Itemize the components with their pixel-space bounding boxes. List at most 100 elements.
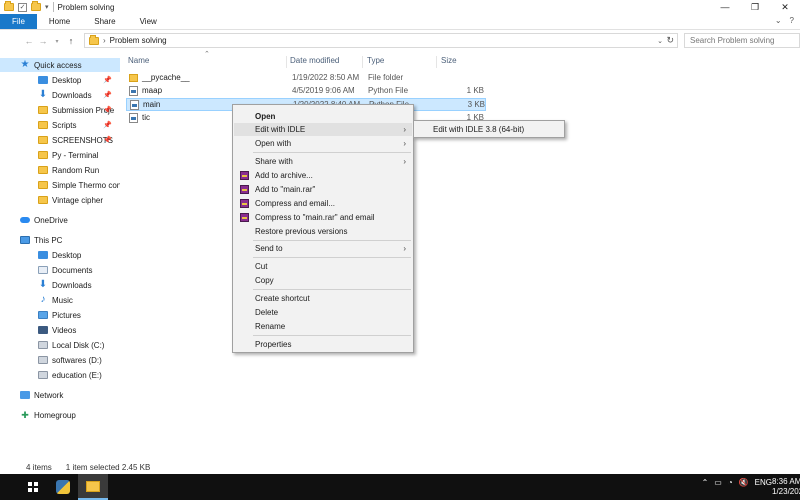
menu-item-restore-previous-versions[interactable]: Restore previous versions (234, 225, 412, 238)
column-header-size[interactable]: Size (441, 54, 457, 68)
selection-info: 1 item selected 2.45 KB (65, 462, 151, 472)
menu-item-compress-and-email[interactable]: Compress and email... (234, 197, 412, 210)
sidebar-item-pc-downloads[interactable]: ⬇ Downloads (0, 278, 120, 292)
tab-file[interactable]: File (0, 14, 37, 29)
menu-item-edit-with-idle[interactable]: Edit with IDLE › (234, 123, 412, 136)
up-arrow-icon[interactable]: ↑ (64, 36, 78, 46)
show-hidden-icons-icon[interactable]: ⌃ (702, 478, 709, 487)
sidebar-item-homegroup[interactable]: ✚ Homegroup (0, 408, 120, 422)
column-header-date[interactable]: Date modified (290, 54, 339, 68)
sidebar-item-local-disk-c[interactable]: Local Disk (C:) (0, 338, 120, 352)
tab-home[interactable]: Home (37, 14, 82, 29)
customize-toolbar-icon[interactable]: ▾ (45, 3, 49, 11)
taskbar-file-explorer-button[interactable] (78, 474, 108, 500)
language-indicator[interactable]: ENG (755, 478, 772, 487)
folder-icon[interactable] (4, 1, 14, 11)
tab-share[interactable]: Share (82, 14, 127, 29)
sidebar-item-downloads[interactable]: ⬇ Downloads 📌 (0, 88, 120, 102)
sidebar-item-random-run[interactable]: Random Run (0, 163, 120, 177)
file-row-maap[interactable]: maap 4/5/2019 9:06 AM Python File 1 KB (126, 85, 486, 98)
new-folder-icon[interactable] (31, 1, 41, 11)
column-header-name[interactable]: Name (128, 54, 149, 68)
menu-item-edit-with-idle-38[interactable]: Edit with IDLE 3.8 (64-bit) (415, 123, 563, 136)
back-arrow-icon[interactable]: ← (22, 36, 36, 46)
refresh-icon[interactable]: ↻ (666, 35, 674, 46)
folder-icon (38, 151, 48, 159)
menu-item-delete[interactable]: Delete (234, 306, 412, 319)
sidebar-item-education-e[interactable]: education (E:) (0, 368, 120, 382)
tab-view[interactable]: View (128, 14, 169, 29)
volume-muted-icon[interactable]: 🔇 (739, 478, 749, 487)
sidebar-item-pc-desktop[interactable]: Desktop (0, 248, 120, 262)
menu-item-compress-to-main-rar-email[interactable]: Compress to "main.rar" and email (234, 211, 412, 224)
python-file-icon (129, 113, 138, 123)
sidebar-item-videos[interactable]: Videos (0, 323, 120, 337)
sidebar-item-softwares-d[interactable]: softwares (D:) (0, 353, 120, 367)
forward-arrow-icon[interactable]: → (36, 36, 50, 46)
menu-item-properties[interactable]: Properties (234, 338, 412, 351)
winrar-icon (240, 213, 249, 222)
drive-icon (38, 356, 48, 364)
sidebar-item-scripts[interactable]: Scripts 📌 (0, 118, 120, 132)
sidebar-item-network[interactable]: Network (0, 388, 120, 402)
file-explorer-icon (86, 481, 100, 492)
address-bar[interactable]: › Problem solving ⌄ ↻ (84, 33, 678, 48)
menu-item-label: Restore previous versions (255, 227, 348, 236)
sidebar-item-music[interactable]: ♪ Music (0, 293, 120, 307)
sidebar-item-label: Documents (52, 265, 93, 275)
file-row-pycache[interactable]: __pycache__ 1/19/2022 8:50 AM File folde… (126, 72, 486, 85)
sidebar-item-quick-access[interactable]: ★ Quick access (0, 58, 120, 72)
clock[interactable]: 8:36 AM 1/23/2022 (772, 477, 800, 497)
minimize-button[interactable]: — (710, 0, 740, 14)
chevron-down-icon[interactable]: ⌄ (657, 37, 663, 45)
menu-item-label: Compress to "main.rar" and email (255, 213, 375, 222)
menu-item-open[interactable]: Open (234, 110, 412, 123)
sidebar-item-py-terminal[interactable]: Py - Terminal (0, 148, 120, 162)
sidebar-item-onedrive[interactable]: OneDrive (0, 213, 120, 227)
taskbar-python-button[interactable] (48, 474, 78, 500)
column-header-type[interactable]: Type (367, 54, 384, 68)
sidebar-item-screenshots[interactable]: SCREENSHOTS 📌 (0, 133, 120, 147)
wifi-icon[interactable]: ◔ (728, 478, 733, 487)
chevron-right-icon[interactable]: › (103, 36, 106, 45)
menu-item-label: Rename (255, 322, 286, 331)
breadcrumb[interactable]: Problem solving (110, 36, 167, 45)
menu-item-create-shortcut[interactable]: Create shortcut (234, 292, 412, 305)
sidebar-item-simple-thermo[interactable]: Simple Thermo con (0, 178, 120, 192)
start-button[interactable] (18, 474, 48, 500)
column-separator[interactable] (286, 56, 287, 68)
sidebar-item-documents[interactable]: Documents (0, 263, 120, 277)
sort-ascending-icon: ⌃ (204, 51, 210, 58)
menu-item-open-with[interactable]: Open with › (234, 137, 412, 150)
file-name: maap (142, 86, 163, 95)
sidebar-item-pictures[interactable]: Pictures (0, 308, 120, 322)
sidebar-item-submission-project[interactable]: Submission Proje 📌 (0, 103, 120, 117)
menu-item-add-to-main-rar[interactable]: Add to "main.rar" (234, 183, 412, 196)
menu-item-copy[interactable]: Copy (234, 274, 412, 287)
folder-icon (38, 136, 48, 144)
expand-ribbon-icon[interactable]: ⌄ (775, 16, 782, 25)
help-icon[interactable]: ? (790, 16, 794, 25)
sidebar-item-label: Desktop (52, 250, 82, 260)
menu-item-send-to[interactable]: Send to › (234, 242, 412, 255)
menu-item-rename[interactable]: Rename (234, 320, 412, 333)
sidebar-item-label: Network (34, 390, 64, 400)
menu-item-share-with[interactable]: Share with › (234, 155, 412, 168)
sidebar-item-this-pc[interactable]: This PC (0, 233, 120, 247)
menu-item-add-to-archive[interactable]: Add to archive... (234, 169, 412, 182)
close-button[interactable]: ✕ (770, 0, 800, 14)
sidebar-item-label: Quick access (34, 60, 82, 70)
drive-icon (38, 371, 48, 379)
sidebar-item-vintage-cipher[interactable]: Vintage cipher (0, 193, 120, 207)
battery-icon[interactable]: ▭ (714, 478, 722, 487)
column-separator[interactable] (436, 56, 437, 68)
column-separator[interactable] (362, 56, 363, 68)
recent-locations-icon[interactable]: ▾ (50, 38, 64, 45)
menu-item-cut[interactable]: Cut (234, 260, 412, 273)
maximize-button[interactable]: ❐ (740, 0, 770, 14)
properties-icon[interactable]: ✓ (18, 2, 27, 12)
search-input[interactable]: Search Problem solving (684, 33, 800, 48)
sidebar-item-desktop[interactable]: Desktop 📌 (0, 73, 120, 87)
chevron-right-icon: › (403, 157, 406, 166)
title-bar: ✓ ▾ Problem solving — ❐ ✕ (0, 0, 800, 14)
